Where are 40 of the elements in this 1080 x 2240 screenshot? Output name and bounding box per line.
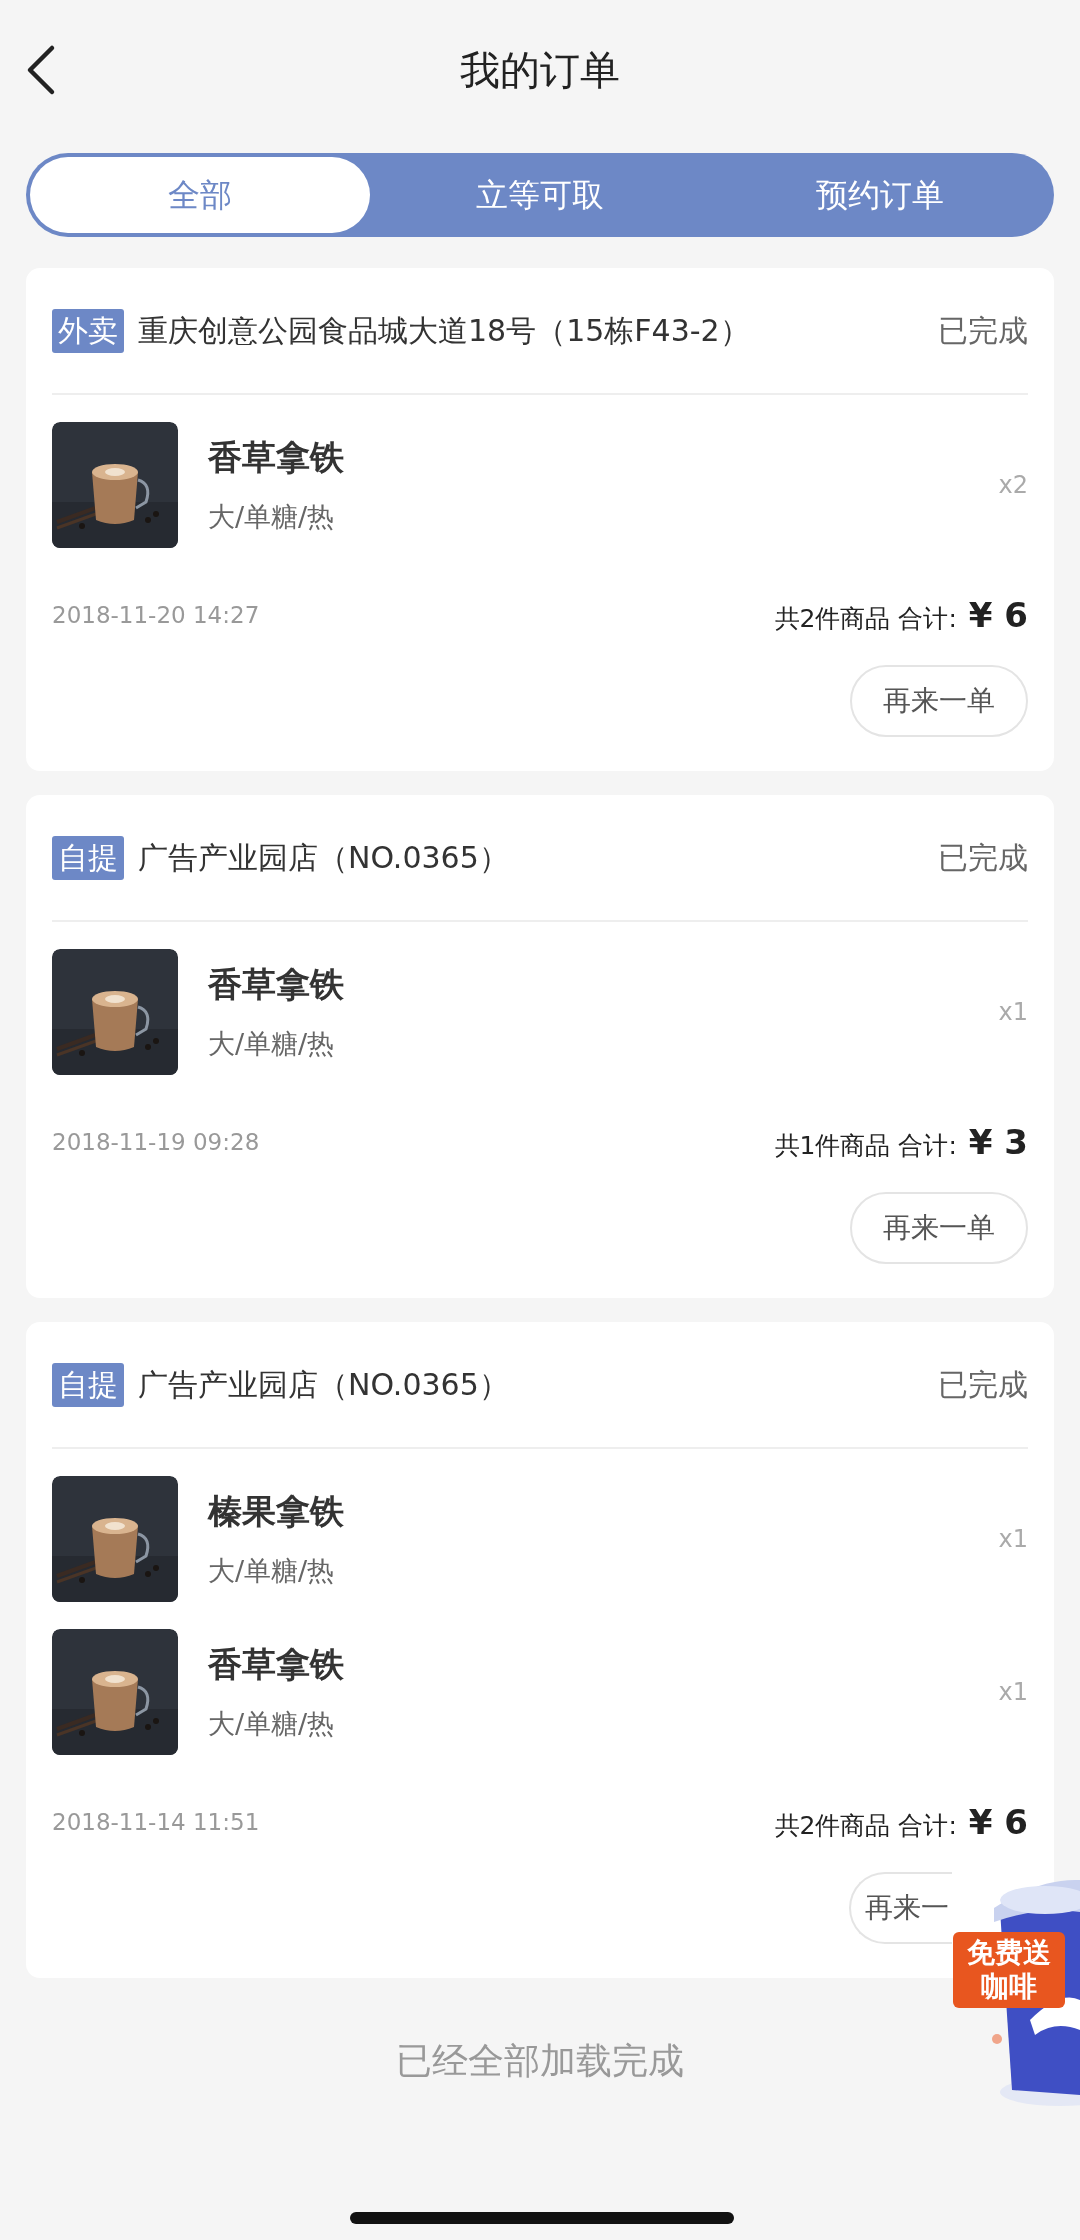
order-summary: 共2件商品 合计: [774, 603, 957, 635]
order-time: 2018-11-14 11:51 [52, 1808, 260, 1838]
dot-icon [992, 2034, 1002, 2044]
order-time: 2018-11-19 09:28 [52, 1128, 260, 1158]
order-total: ¥ 6 [968, 594, 1028, 637]
order-type-tag: 外卖 [52, 308, 124, 353]
end-of-list-text: 已经全部加载完成 [396, 2039, 684, 2083]
product-name: 香草拿铁 [208, 963, 345, 1007]
store-address: 重庆创意公园食品城大道18号（15栋F43-2） [138, 312, 751, 350]
product-options: 大/单糖/热 [208, 1704, 999, 1745]
tab[interactable]: 预约订单 [710, 157, 1050, 233]
product-name: 香草拿铁 [208, 1643, 345, 1687]
order-total: ¥ 6 [968, 1801, 1028, 1844]
order-time: 2018-11-20 14:27 [52, 601, 260, 631]
order-status: 已完成 [938, 312, 1028, 350]
order-summary: 共1件商品 合计: [774, 1130, 957, 1162]
tab[interactable]: 立等可取 [370, 157, 710, 233]
quantity: x1 [998, 997, 1028, 1028]
order-status: 已完成 [938, 839, 1028, 877]
quantity: x1 [998, 1677, 1028, 1708]
reorder-button[interactable]: 再来一单 [850, 1192, 1028, 1264]
order-type-tag: 自提 [52, 835, 124, 880]
product-options: 大/单糖/热 [208, 1024, 999, 1065]
store-address: 广告产业园店（NO.0365） [138, 1366, 510, 1404]
order-status: 已完成 [938, 1366, 1028, 1404]
quantity: x2 [998, 470, 1028, 501]
order-total: ¥ 3 [968, 1121, 1028, 1164]
store-address: 广告产业园店（NO.0365） [138, 839, 510, 877]
product-name: 榛果拿铁 [208, 1490, 345, 1534]
product-options: 大/单糖/热 [208, 1551, 999, 1592]
tab[interactable]: 全部 [30, 157, 370, 233]
product-options: 大/单糖/热 [208, 497, 999, 538]
order-type-tag: 自提 [52, 1362, 124, 1407]
page-title: 我的订单 [460, 46, 620, 95]
order-summary: 共2件商品 合计: [774, 1810, 957, 1842]
promo-badge[interactable]: 免费送咖啡 [953, 1932, 1065, 2008]
quantity: x1 [998, 1524, 1028, 1555]
reorder-button[interactable]: 再来一单 [850, 665, 1028, 737]
reorder-button[interactable]: 再来一 [849, 1872, 952, 1944]
product-name: 香草拿铁 [208, 436, 345, 480]
